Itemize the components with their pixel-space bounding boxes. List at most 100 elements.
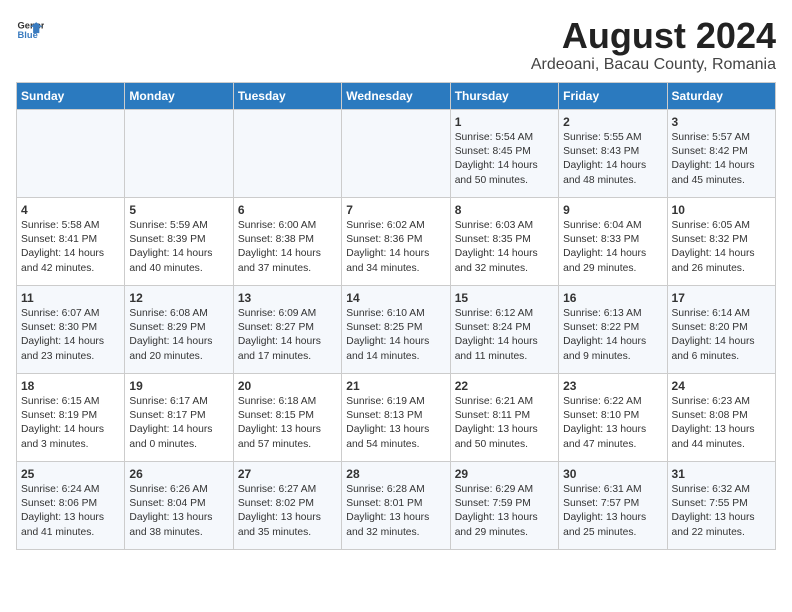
calendar-cell: 29 Sunrise: 6:29 AM Sunset: 7:59 PM Dayli… [450, 461, 558, 549]
day-number: 26 [129, 467, 228, 481]
day-number: 9 [563, 203, 662, 217]
day-number: 22 [455, 379, 554, 393]
day-number: 18 [21, 379, 120, 393]
calendar-cell: 17Sunrise: 6:14 AM Sunset: 8:20 PM Dayli… [667, 285, 775, 373]
cell-text: Sunrise: 6:22 AM Sunset: 8:10 PM Dayligh… [563, 395, 662, 453]
weekday-header-row: SundayMondayTuesdayWednesdayThursdayFrid… [17, 82, 776, 109]
day-number: 1 [455, 115, 554, 129]
calendar-cell: 9 Sunrise: 6:04 AM Sunset: 8:33 PM Daylig… [559, 197, 667, 285]
day-number: 4 [21, 203, 120, 217]
day-number: 30 [563, 467, 662, 481]
calendar-cell: 25 Sunrise: 6:24 AM Sunset: 8:06 PM Dayli… [17, 461, 125, 549]
calendar-cell: 19Sunrise: 6:17 AM Sunset: 8:17 PM Dayli… [125, 373, 233, 461]
cell-text: Sunrise: 6:04 AM Sunset: 8:33 PM Dayligh… [563, 219, 662, 277]
calendar-cell: 4 Sunrise: 5:58 AM Sunset: 8:41 PM Daylig… [17, 197, 125, 285]
day-number: 10 [672, 203, 771, 217]
calendar-cell: 16Sunrise: 6:13 AM Sunset: 8:22 PM Dayli… [559, 285, 667, 373]
weekday-header: Saturday [667, 82, 775, 109]
calendar-cell: 6 Sunrise: 6:00 AM Sunset: 8:38 PM Daylig… [233, 197, 341, 285]
day-number: 12 [129, 291, 228, 305]
calendar-cell: 23 Sunrise: 6:22 AM Sunset: 8:10 PM Dayli… [559, 373, 667, 461]
weekday-header: Wednesday [342, 82, 450, 109]
calendar-table: SundayMondayTuesdayWednesdayThursdayFrid… [16, 82, 776, 550]
day-number: 13 [238, 291, 337, 305]
logo: General Blue [16, 16, 44, 49]
day-number: 29 [455, 467, 554, 481]
calendar-cell: 8 Sunrise: 6:03 AM Sunset: 8:35 PM Daylig… [450, 197, 558, 285]
day-number: 25 [21, 467, 120, 481]
calendar-cell: 20 Sunrise: 6:18 AM Sunset: 8:15 PM Dayli… [233, 373, 341, 461]
cell-text: Sunrise: 6:19 AM Sunset: 8:13 PM Dayligh… [346, 395, 445, 453]
weekday-header: Monday [125, 82, 233, 109]
cell-text: Sunrise: 6:03 AM Sunset: 8:35 PM Dayligh… [455, 219, 554, 277]
cell-text: Sunrise: 6:08 AM Sunset: 8:29 PM Dayligh… [129, 307, 228, 365]
weekday-header: Friday [559, 82, 667, 109]
calendar-cell: 12 Sunrise: 6:08 AM Sunset: 8:29 PM Dayli… [125, 285, 233, 373]
day-number: 19 [129, 379, 228, 393]
calendar-cell: 3 Sunrise: 5:57 AM Sunset: 8:42 PM Daylig… [667, 109, 775, 197]
day-number: 8 [455, 203, 554, 217]
cell-text: Sunrise: 6:07 AM Sunset: 8:30 PM Dayligh… [21, 307, 120, 365]
cell-text: Sunrise: 5:55 AM Sunset: 8:43 PM Dayligh… [563, 131, 662, 189]
cell-text: Sunrise: 5:57 AM Sunset: 8:42 PM Dayligh… [672, 131, 771, 189]
cell-text: Sunrise: 6:28 AM Sunset: 8:01 PM Dayligh… [346, 483, 445, 541]
cell-text: Sunrise: 6:23 AM Sunset: 8:08 PM Dayligh… [672, 395, 771, 453]
calendar-cell: 24 Sunrise: 6:23 AM Sunset: 8:08 PM Dayli… [667, 373, 775, 461]
subtitle: Ardeoani, Bacau County, Romania [531, 56, 776, 74]
weekday-header: Thursday [450, 82, 558, 109]
calendar-week-row: 11Sunrise: 6:07 AM Sunset: 8:30 PM Dayli… [17, 285, 776, 373]
calendar-cell: 15 Sunrise: 6:12 AM Sunset: 8:24 PM Dayli… [450, 285, 558, 373]
day-number: 2 [563, 115, 662, 129]
calendar-cell: 22 Sunrise: 6:21 AM Sunset: 8:11 PM Dayli… [450, 373, 558, 461]
cell-text: Sunrise: 6:12 AM Sunset: 8:24 PM Dayligh… [455, 307, 554, 365]
calendar-cell: 28 Sunrise: 6:28 AM Sunset: 8:01 PM Dayli… [342, 461, 450, 549]
calendar-cell: 13 Sunrise: 6:09 AM Sunset: 8:27 PM Dayli… [233, 285, 341, 373]
cell-text: Sunrise: 5:54 AM Sunset: 8:45 PM Dayligh… [455, 131, 554, 189]
cell-text: Sunrise: 6:31 AM Sunset: 7:57 PM Dayligh… [563, 483, 662, 541]
day-number: 15 [455, 291, 554, 305]
cell-text: Sunrise: 6:09 AM Sunset: 8:27 PM Dayligh… [238, 307, 337, 365]
calendar-week-row: 1 Sunrise: 5:54 AM Sunset: 8:45 PM Daylig… [17, 109, 776, 197]
logo-icon: General Blue [16, 16, 44, 49]
day-number: 3 [672, 115, 771, 129]
day-number: 21 [346, 379, 445, 393]
weekday-header: Tuesday [233, 82, 341, 109]
day-number: 23 [563, 379, 662, 393]
day-number: 24 [672, 379, 771, 393]
day-number: 14 [346, 291, 445, 305]
calendar-cell: 26Sunrise: 6:26 AM Sunset: 8:04 PM Dayli… [125, 461, 233, 549]
cell-text: Sunrise: 6:27 AM Sunset: 8:02 PM Dayligh… [238, 483, 337, 541]
cell-text: Sunrise: 6:18 AM Sunset: 8:15 PM Dayligh… [238, 395, 337, 453]
cell-text: Sunrise: 6:29 AM Sunset: 7:59 PM Dayligh… [455, 483, 554, 541]
cell-text: Sunrise: 6:32 AM Sunset: 7:55 PM Dayligh… [672, 483, 771, 541]
calendar-cell: 7 Sunrise: 6:02 AM Sunset: 8:36 PM Daylig… [342, 197, 450, 285]
day-number: 28 [346, 467, 445, 481]
day-number: 7 [346, 203, 445, 217]
day-number: 27 [238, 467, 337, 481]
cell-text: Sunrise: 6:05 AM Sunset: 8:32 PM Dayligh… [672, 219, 771, 277]
weekday-header: Sunday [17, 82, 125, 109]
page-header: General Blue August 2024 Ardeoani, Bacau… [16, 16, 776, 74]
cell-text: Sunrise: 6:21 AM Sunset: 8:11 PM Dayligh… [455, 395, 554, 453]
cell-text: Sunrise: 6:02 AM Sunset: 8:36 PM Dayligh… [346, 219, 445, 277]
calendar-cell: 14 Sunrise: 6:10 AM Sunset: 8:25 PM Dayli… [342, 285, 450, 373]
cell-text: Sunrise: 6:24 AM Sunset: 8:06 PM Dayligh… [21, 483, 120, 541]
day-number: 31 [672, 467, 771, 481]
calendar-cell: 2 Sunrise: 5:55 AM Sunset: 8:43 PM Daylig… [559, 109, 667, 197]
cell-text: Sunrise: 6:15 AM Sunset: 8:19 PM Dayligh… [21, 395, 120, 453]
calendar-cell: 18 Sunrise: 6:15 AM Sunset: 8:19 PM Dayli… [17, 373, 125, 461]
calendar-cell: 1 Sunrise: 5:54 AM Sunset: 8:45 PM Daylig… [450, 109, 558, 197]
calendar-cell: 27 Sunrise: 6:27 AM Sunset: 8:02 PM Dayli… [233, 461, 341, 549]
calendar-cell [17, 109, 125, 197]
calendar-cell: 21 Sunrise: 6:19 AM Sunset: 8:13 PM Dayli… [342, 373, 450, 461]
cell-text: Sunrise: 5:58 AM Sunset: 8:41 PM Dayligh… [21, 219, 120, 277]
title-block: August 2024 Ardeoani, Bacau County, Roma… [531, 16, 776, 74]
cell-text: Sunrise: 6:10 AM Sunset: 8:25 PM Dayligh… [346, 307, 445, 365]
calendar-week-row: 4 Sunrise: 5:58 AM Sunset: 8:41 PM Daylig… [17, 197, 776, 285]
cell-text: Sunrise: 6:00 AM Sunset: 8:38 PM Dayligh… [238, 219, 337, 277]
calendar-cell: 30 Sunrise: 6:31 AM Sunset: 7:57 PM Dayli… [559, 461, 667, 549]
cell-text: Sunrise: 6:14 AM Sunset: 8:20 PM Dayligh… [672, 307, 771, 365]
main-title: August 2024 [531, 16, 776, 56]
day-number: 6 [238, 203, 337, 217]
day-number: 20 [238, 379, 337, 393]
